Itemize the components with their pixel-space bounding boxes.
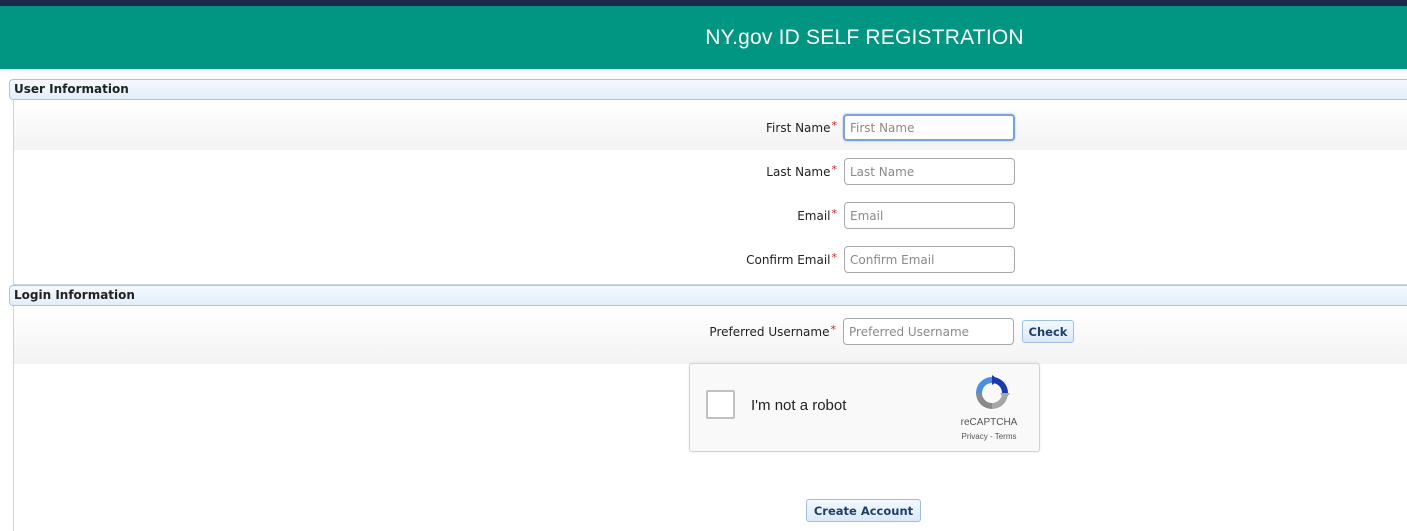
section-header-user-information: User Information bbox=[9, 79, 1407, 100]
section-header-login-information: Login Information bbox=[9, 285, 1407, 306]
preferred-username-label: Preferred Username* bbox=[709, 323, 837, 339]
page-title: NY.gov ID SELF REGISTRATION bbox=[705, 25, 1024, 49]
required-asterisk: * bbox=[831, 251, 838, 264]
required-asterisk: * bbox=[830, 323, 837, 336]
confirm-email-input[interactable] bbox=[844, 246, 1015, 273]
required-asterisk: * bbox=[831, 207, 838, 220]
recaptcha-label: I'm not a robot bbox=[751, 397, 847, 414]
recaptcha-widget: I'm not a robot reCAPTCHA Privacy - Term… bbox=[689, 363, 1040, 452]
last-name-label: Last Name* bbox=[766, 163, 838, 179]
create-account-button[interactable]: Create Account bbox=[806, 499, 921, 522]
preferred-username-input[interactable] bbox=[843, 318, 1014, 345]
section-title: Login Information bbox=[14, 288, 135, 302]
email-row: Email* bbox=[600, 201, 837, 231]
section-title: User Information bbox=[14, 82, 129, 96]
recaptcha-links[interactable]: Privacy - Terms bbox=[941, 432, 1037, 441]
header-banner: NY.gov ID SELF REGISTRATION bbox=[0, 6, 1407, 69]
recaptcha-checkbox[interactable] bbox=[706, 390, 735, 419]
confirm-email-row: Confirm Email* bbox=[600, 245, 837, 275]
required-asterisk: * bbox=[831, 163, 838, 176]
email-input[interactable] bbox=[844, 202, 1015, 229]
recaptcha-logo-icon bbox=[976, 375, 1010, 409]
last-name-input[interactable] bbox=[844, 158, 1015, 185]
recaptcha-brand: reCAPTCHA bbox=[960, 417, 1018, 428]
last-name-row: Last Name* bbox=[600, 157, 837, 187]
check-username-button[interactable]: Check bbox=[1022, 320, 1074, 343]
preferred-username-row: Preferred Username* bbox=[600, 317, 836, 347]
email-label: Email* bbox=[797, 207, 838, 223]
confirm-email-label: Confirm Email* bbox=[746, 251, 838, 267]
required-asterisk: * bbox=[831, 119, 838, 132]
first-name-label: First Name* bbox=[766, 119, 838, 135]
first-name-input[interactable] bbox=[843, 114, 1015, 141]
first-name-row: First Name* bbox=[600, 113, 837, 143]
